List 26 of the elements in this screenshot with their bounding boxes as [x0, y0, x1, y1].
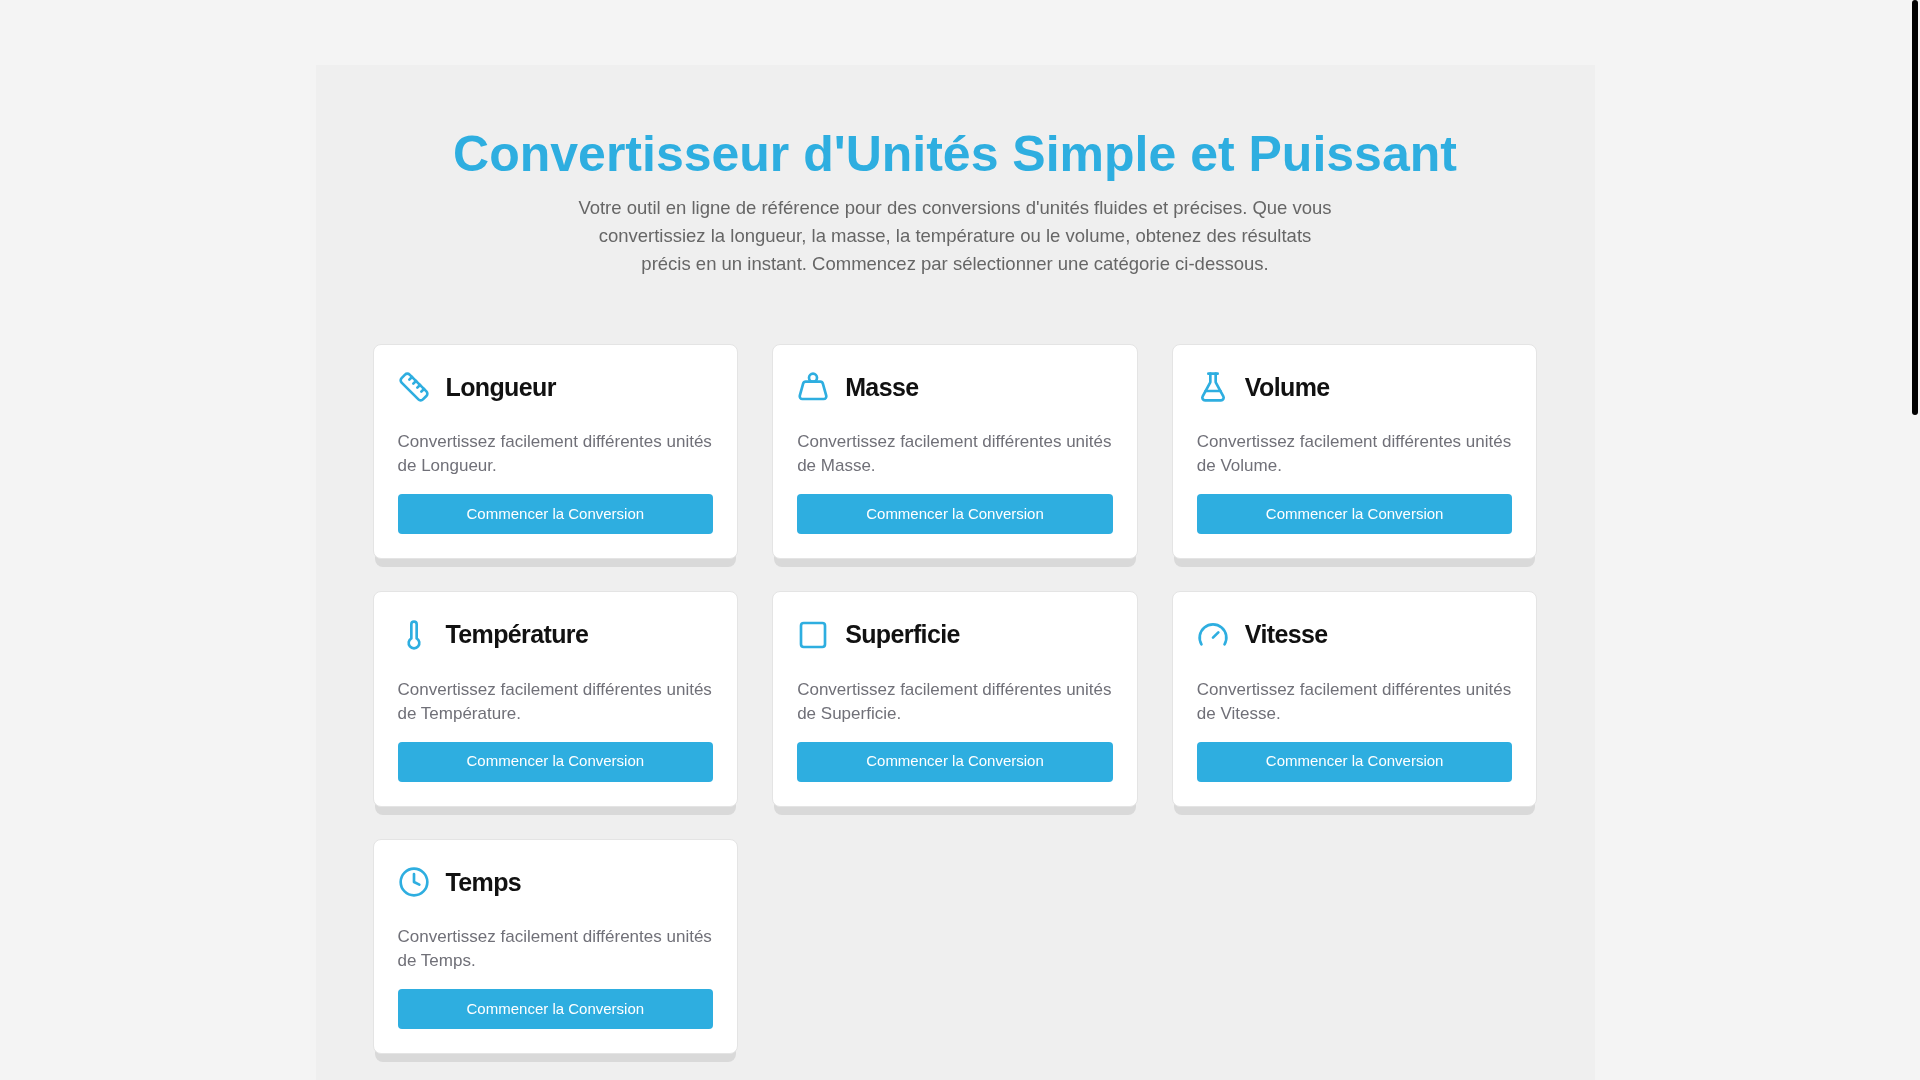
start-conversion-button[interactable]: Commencer la Conversion [797, 494, 1113, 534]
ruler-icon [397, 371, 430, 404]
card-description: Convertissez facilement différentes unités de Temps. [397, 926, 713, 972]
card-title: Temps [445, 866, 522, 898]
scrollbar-thumb[interactable] [1912, 0, 1918, 415]
card-title: Masse [845, 371, 919, 403]
card-title: Vitesse [1244, 619, 1328, 650]
card-description: Convertissez facilement différentes unités de Superficie. [797, 678, 1113, 725]
start-conversion-button[interactable]: Commencer la Conversion [397, 741, 714, 782]
card-title: Volume [1244, 371, 1330, 403]
card-description: Convertissez facilement différentes unités de Température. [397, 678, 713, 725]
card-description: Convertissez facilement différentes unités de Longueur. [397, 431, 713, 477]
card-description: Convertissez facilement différentes unités de Vitesse. [1196, 678, 1513, 725]
card-description: Convertissez facilement différentes unités de Masse. [797, 431, 1113, 477]
start-conversion-button[interactable]: Commencer la Conversion [397, 989, 714, 1029]
start-conversion-button[interactable]: Commencer la Conversion [1196, 741, 1513, 782]
start-conversion-button[interactable]: Commencer la Conversion [1196, 494, 1513, 534]
card-title: Température [445, 619, 589, 650]
intro-paragraph: Votre outil en ligne de référence pour des conversions d'unités fluides et précises. Que vous convertissiez la longueur, la masse, la température ou le volume, obtenez des résultats précis en un instant. Commencez par sélectionner une catégorie ci-dessous. [577, 195, 1333, 276]
clock-icon [397, 866, 430, 899]
page-title: Convertisseur d'Unités Simple et Puissant [452, 125, 1458, 184]
card-title: Superficie [845, 619, 960, 650]
start-conversion-button[interactable]: Commencer la Conversion [397, 494, 714, 534]
card-title: Longueur [445, 371, 556, 403]
start-conversion-button[interactable]: Commencer la Conversion [797, 741, 1113, 782]
card-description: Convertissez facilement différentes unités de Volume. [1196, 431, 1513, 477]
